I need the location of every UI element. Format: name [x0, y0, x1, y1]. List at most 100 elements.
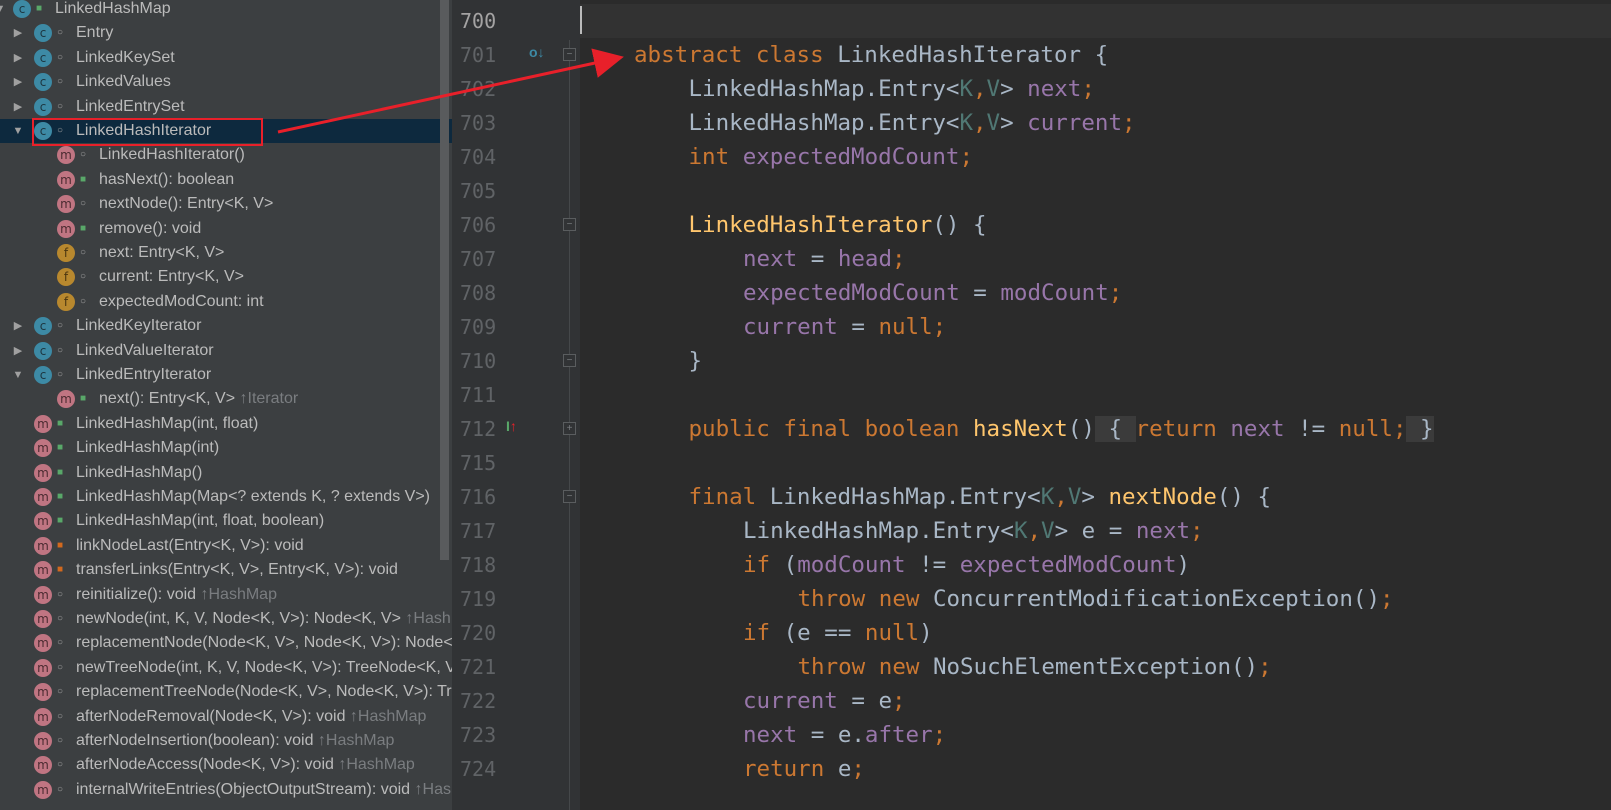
overrides-method-icon[interactable]: o↓	[529, 44, 545, 60]
code-line[interactable]: abstract class LinkedHashIterator {	[580, 38, 1611, 72]
code-line[interactable]: LinkedHashMap.Entry<K,V> current;	[580, 106, 1611, 140]
code-line[interactable]: throw new ConcurrentModificationExceptio…	[580, 582, 1611, 616]
field-icon: f	[57, 268, 75, 287]
code-token: modCount	[797, 552, 906, 578]
tree-item[interactable]: m ○ afterNodeInsertion(boolean): void ↑Has…	[0, 729, 452, 753]
code-line[interactable]: throw new NoSuchElementException();	[580, 650, 1611, 684]
collapsed-arrow-icon[interactable]: ▶	[12, 46, 24, 70]
tree-item[interactable]: m ○ reinitialize(): void ↑HashMap	[0, 583, 452, 607]
code-line[interactable]: if (e == null)	[580, 616, 1611, 650]
tree-item[interactable]: m ■ remove(): void	[0, 217, 452, 241]
collapse-fold-icon[interactable]: −	[563, 48, 576, 61]
code-line[interactable]: next = head;	[580, 242, 1611, 276]
code-line[interactable]	[580, 446, 1611, 480]
code-token: V	[986, 76, 1001, 102]
tree-item-label: newNode(int, K, V, Node<K, V>): Node<K, …	[76, 607, 452, 631]
package-visibility-icon: ○	[57, 76, 64, 88]
code-line[interactable]: }	[580, 344, 1611, 378]
tree-item[interactable]: m ■ linkNodeLast(Entry<K, V>): void	[0, 534, 452, 558]
code-line[interactable]	[580, 174, 1611, 208]
tree-item[interactable]: m ○ nextNode(): Entry<K, V>	[0, 192, 452, 216]
collapse-fold-icon[interactable]: −	[563, 490, 576, 503]
line-number: 704	[460, 145, 497, 169]
tree-item-label: nextNode(): Entry<K, V>	[99, 192, 273, 216]
inherited-from-hint: ↑HashMap	[345, 707, 427, 725]
public-visibility-icon: ■	[80, 222, 87, 234]
code-line[interactable]: current = null;	[580, 310, 1611, 344]
tree-item[interactable]: m ■ LinkedHashMap(int, float, boolean)	[0, 509, 452, 533]
code-line[interactable]: if (modCount != expectedModCount)	[580, 548, 1611, 582]
tree-item[interactable]: f ○ current: Entry<K, V>	[0, 265, 452, 289]
tree-item[interactable]: m ○ afterNodeRemoval(Node<K, V>): void ↑Ha…	[0, 705, 452, 729]
tree-item[interactable]: m ■ LinkedHashMap(int, float)	[0, 412, 452, 436]
tree-item[interactable]: ▼ c ■ LinkedHashMap	[0, 0, 452, 21]
item-name: LinkedHashMap	[55, 0, 171, 17]
code-token: =	[837, 314, 879, 340]
item-name: LinkedValues	[76, 73, 171, 91]
expanded-arrow-icon[interactable]: ▼	[12, 363, 24, 387]
code-line[interactable]	[580, 4, 1611, 38]
implements-method-icon[interactable]: I↑	[506, 418, 517, 434]
code-line[interactable]: current = e;	[580, 684, 1611, 718]
method-icon: m	[34, 732, 52, 750]
code-line[interactable]: LinkedHashIterator() {	[580, 208, 1611, 242]
tree-item[interactable]: f ○ expectedModCount: int	[0, 290, 452, 314]
code-line[interactable]: return e;	[580, 752, 1611, 786]
tree-item[interactable]: m ○ replacementTreeNode(Node<K, V>, Node<K…	[0, 680, 452, 704]
tree-item[interactable]: m ○ internalWriteEntries(ObjectOutputStrea…	[0, 778, 452, 802]
code-line[interactable]: LinkedHashMap.Entry<K,V> e = next;	[580, 514, 1611, 548]
tree-item[interactable]: ▶ c ○ LinkedEntrySet	[0, 95, 452, 119]
item-name: LinkedEntryIterator	[76, 366, 212, 383]
collapse-fold-icon[interactable]: −	[563, 218, 576, 231]
structure-scrollbar[interactable]	[440, 0, 449, 560]
tree-item[interactable]: ▶ c ○ Entry	[0, 21, 452, 45]
tree-item[interactable]: ▶ c ○ LinkedValues	[0, 70, 452, 94]
collapsed-arrow-icon[interactable]: ▶	[12, 339, 24, 363]
code-line[interactable]: next = e.after;	[580, 718, 1611, 752]
tree-item[interactable]: m ■ next(): Entry<K, V> ↑Iterator	[0, 387, 452, 411]
code-token: nextNode	[1108, 484, 1217, 510]
tree-item[interactable]: m ■ LinkedHashMap(Map<? extends K, ? exten…	[0, 485, 452, 509]
expanded-arrow-icon[interactable]: ▼	[0, 0, 6, 21]
tree-item[interactable]: ▶ c ○ LinkedValueIterator	[0, 339, 452, 363]
expand-fold-icon[interactable]: +	[563, 422, 576, 435]
line-number: 705	[460, 179, 497, 203]
expanded-arrow-icon[interactable]: ▼	[12, 119, 24, 143]
collapsed-arrow-icon[interactable]: ▶	[12, 314, 24, 338]
code-line[interactable]	[580, 378, 1611, 412]
tree-item[interactable]: m ■ LinkedHashMap(int)	[0, 436, 452, 460]
code-token: null	[878, 314, 933, 340]
tree-item[interactable]: m ■ hasNext(): boolean	[0, 168, 452, 192]
tree-item[interactable]: m ○ newNode(int, K, V, Node<K, V>): Node<K…	[0, 607, 452, 631]
code-line[interactable]: public final boolean hasNext() { return …	[580, 412, 1611, 446]
tree-item[interactable]: f ○ next: Entry<K, V>	[0, 241, 452, 265]
line-number: 711	[460, 383, 497, 407]
code-token: K	[1013, 518, 1028, 544]
line-number: 706	[460, 213, 497, 237]
tree-item[interactable]: ▶ c ○ LinkedKeySet	[0, 46, 452, 70]
class-icon: c	[34, 366, 52, 384]
line-number: 719	[460, 587, 497, 611]
tree-item[interactable]: m ○ afterNodeAccess(Node<K, V>): void ↑Has…	[0, 753, 452, 777]
tree-item[interactable]: m ○ LinkedHashIterator()	[0, 143, 452, 167]
collapsed-arrow-icon[interactable]: ▶	[12, 70, 24, 94]
code-line[interactable]: LinkedHashMap.Entry<K,V> next;	[580, 72, 1611, 106]
public-visibility-icon: ■	[57, 515, 64, 527]
package-visibility-icon: ○	[57, 661, 64, 673]
tree-item[interactable]: m ■ transferLinks(Entry<K, V>, Entry<K, V>…	[0, 558, 452, 582]
tree-item[interactable]: ▶ c ○ LinkedKeyIterator	[0, 314, 452, 338]
code-line[interactable]: expectedModCount = modCount;	[580, 276, 1611, 310]
tree-item[interactable]: ▼ c ○ LinkedEntryIterator	[0, 363, 452, 387]
tree-item-label: LinkedHashMap(Map<? extends K, ? extends…	[76, 485, 430, 509]
item-name: afterNodeRemoval(Node<K, V>): void	[76, 707, 346, 725]
collapse-fold-icon[interactable]: −	[563, 354, 576, 367]
collapsed-arrow-icon[interactable]: ▶	[12, 95, 24, 119]
code-token: final	[688, 484, 770, 510]
collapsed-arrow-icon[interactable]: ▶	[12, 21, 24, 45]
method-icon: m	[34, 610, 52, 628]
code-line[interactable]: int expectedModCount;	[580, 140, 1611, 174]
code-line[interactable]: final LinkedHashMap.Entry<K,V> nextNode(…	[580, 480, 1611, 514]
tree-item[interactable]: m ○ replacementNode(Node<K, V>, Node<K, V>…	[0, 631, 452, 655]
tree-item[interactable]: m ○ newTreeNode(int, K, V, Node<K, V>): Tr…	[0, 656, 452, 680]
tree-item[interactable]: m ■ LinkedHashMap()	[0, 461, 452, 485]
